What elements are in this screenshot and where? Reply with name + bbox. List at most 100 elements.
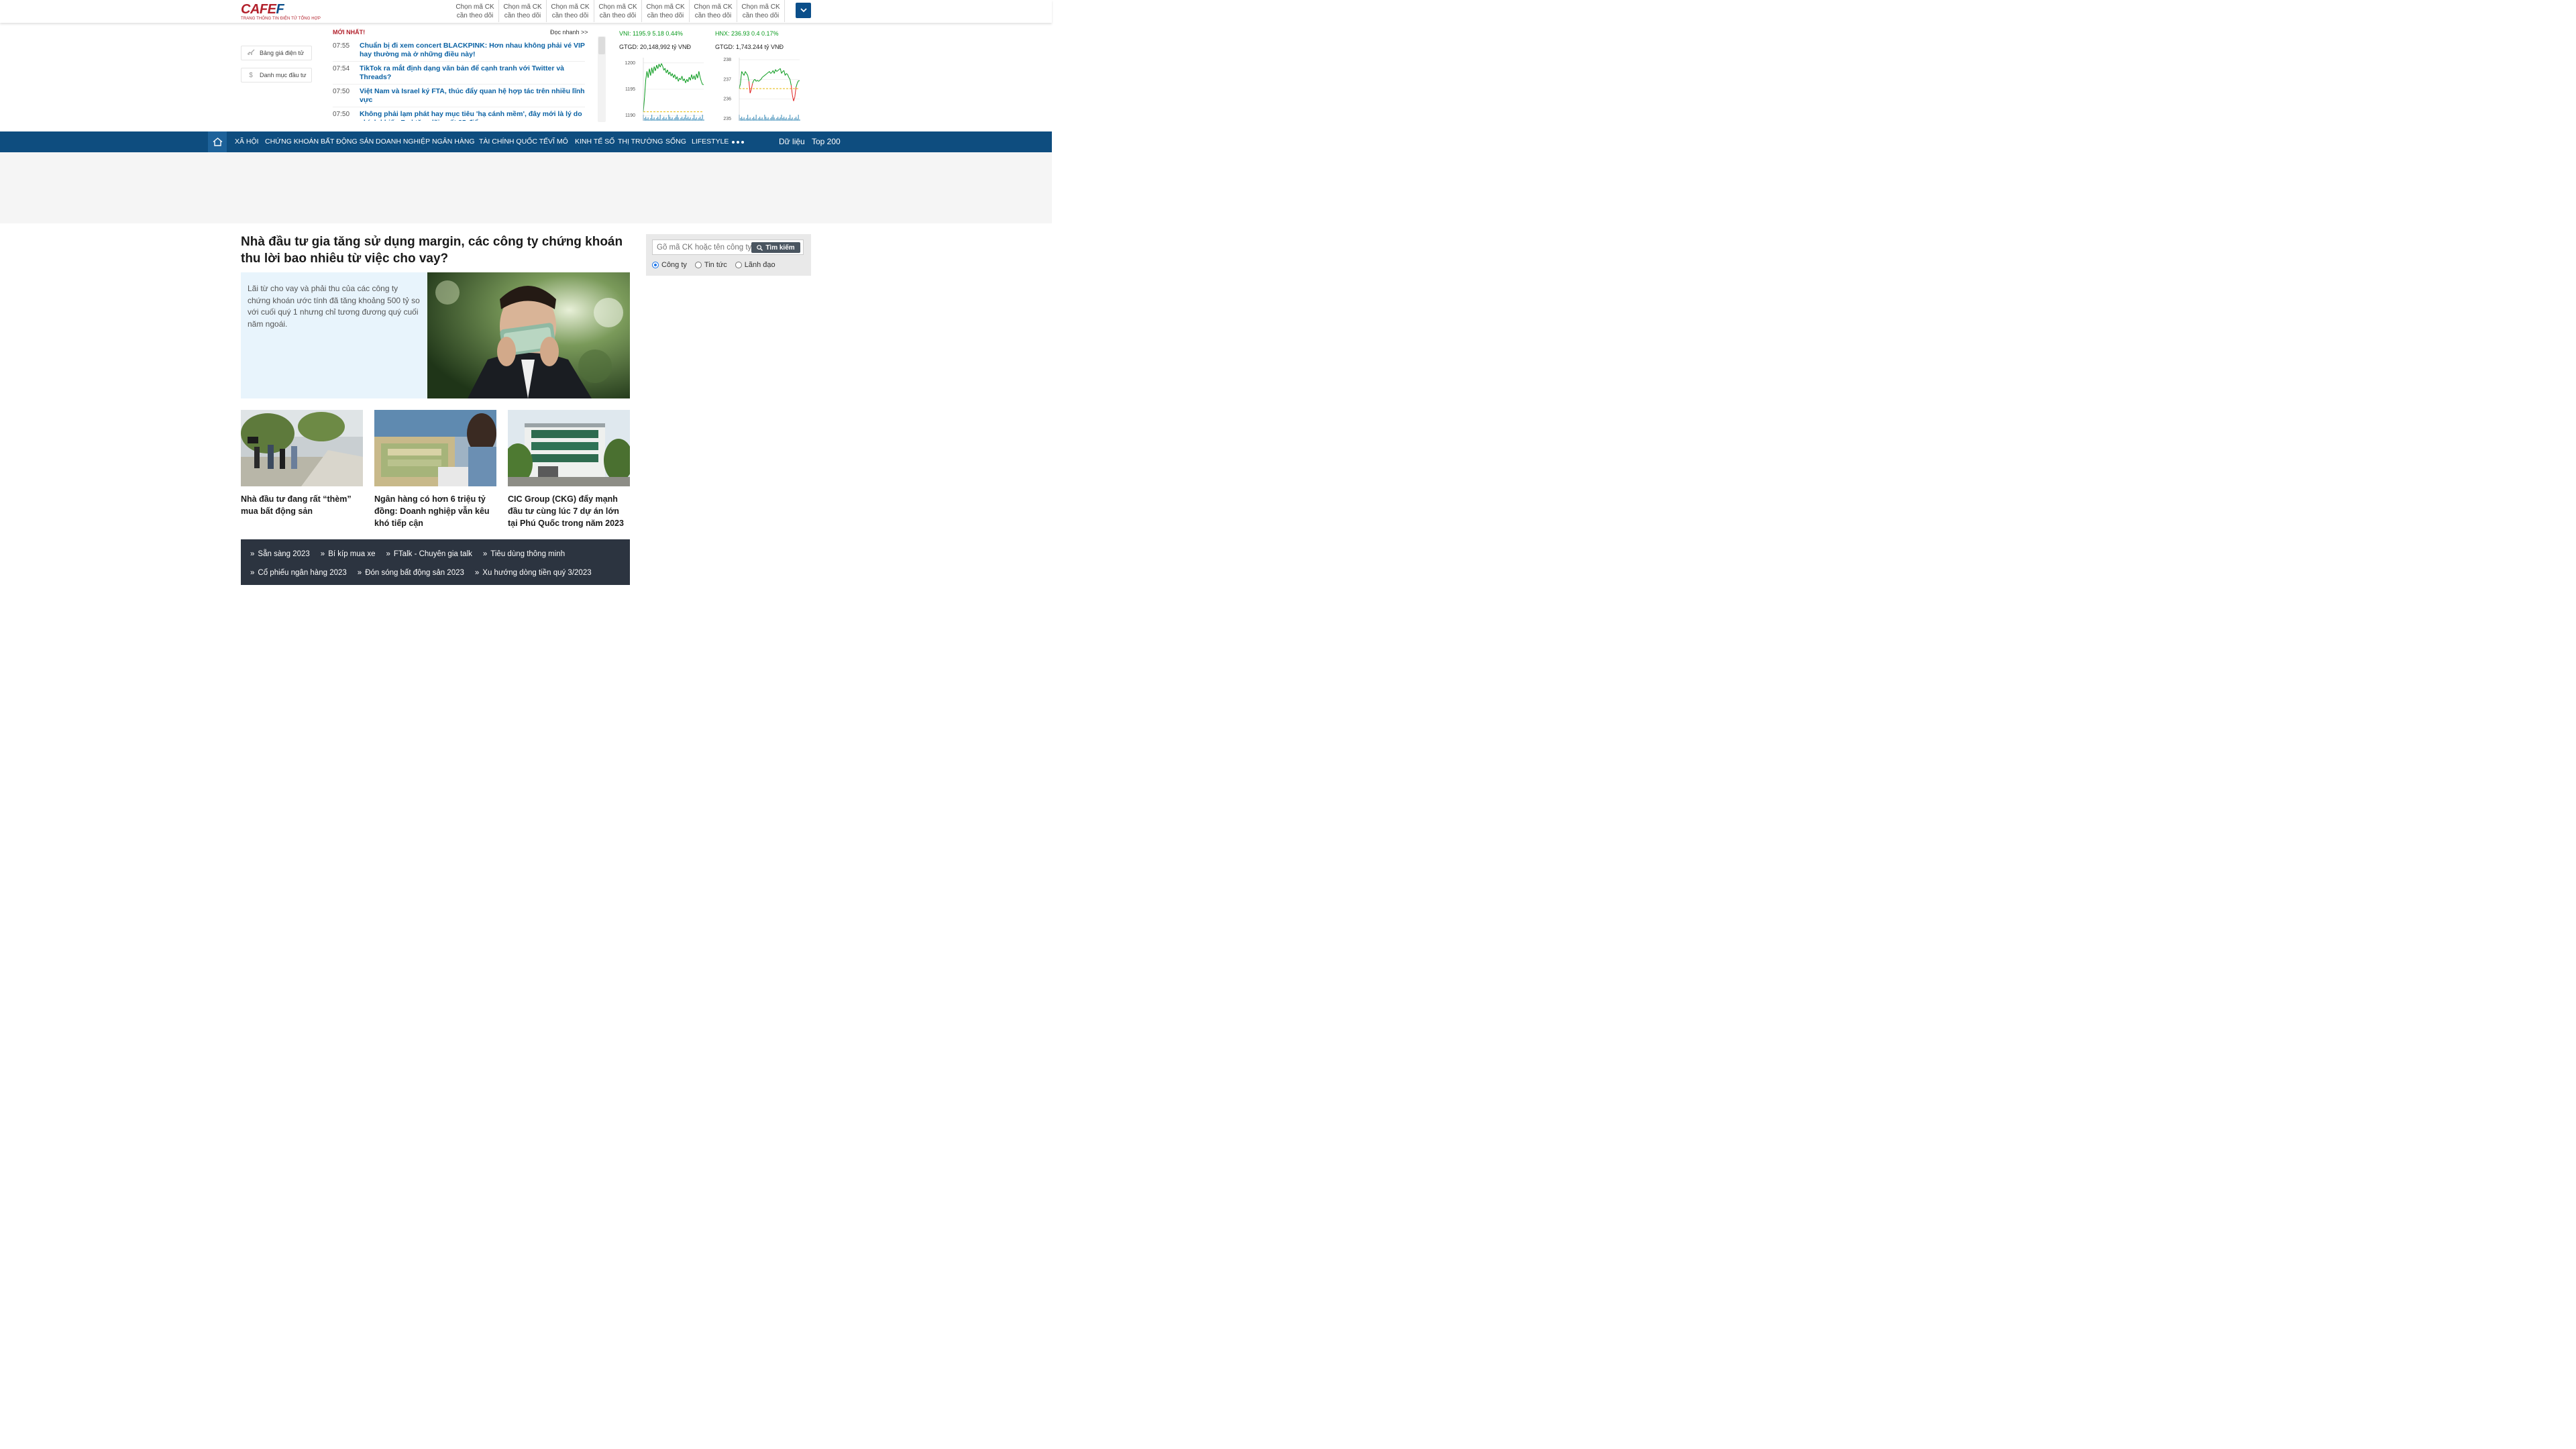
price-line-segment [769,71,771,74]
volume-bar [702,115,703,121]
topic-tag-link[interactable]: Tiêu dùng thông minh [483,550,565,558]
related-article-card[interactable]: Ngân hàng có hơn 6 triệu tỷ đồng: Doanh … [374,410,496,529]
news-item[interactable]: 07:50 Việt Nam và Israel ký FTA, thúc đẩy… [333,85,585,107]
volume-bar [694,119,696,121]
news-item[interactable]: 07:55 Chuẩn bị đi xem concert BLACKPINK: … [333,39,585,62]
nav-item-bat-dong-san[interactable]: BẤT ĐỘNG SẢN [321,131,374,152]
radio-leaders[interactable]: Lãnh đạo [735,261,775,269]
volume-bar [773,117,775,121]
read-fast-link[interactable]: Đọc nhanh >> [550,29,588,36]
watchlist-slot[interactable]: Chọn mã CK cần theo dõi [642,0,690,22]
watchlist-slot[interactable]: Chọn mã CK cần theo dõi [499,0,547,22]
topic-tag-link[interactable]: Đón sóng bất động sản 2023 [358,569,464,577]
price-line-segment [773,69,776,74]
price-line-segment [644,79,647,97]
hnx-chart[interactable]: 238 237 236 235 [715,55,802,125]
topic-tag-link[interactable]: Cổ phiếu ngân hàng 2023 [250,569,346,577]
price-line-segment [784,73,787,76]
nav-item-thi-truong[interactable]: THỊ TRƯỜNG [618,131,663,152]
nav-item-song[interactable]: SỐNG [665,131,686,152]
related-article-title[interactable]: CIC Group (CKG) đẩy mạnh đầu tư cùng lúc… [508,493,630,529]
price-line-segment [684,78,686,83]
nav-item-tai-chinh-quoc-te[interactable]: TÀI CHÍNH QUỐC TẾ [479,131,548,152]
volume-bar [665,117,667,121]
price-line-segment [767,72,769,74]
price-line-segment [747,75,749,82]
related-article-card[interactable]: CIC Group (CKG) đẩy mạnh đầu tư cùng lúc… [508,410,630,529]
price-board-button[interactable]: Bảng giá điện tử [241,46,312,60]
price-line-segment [694,74,697,80]
volume-bar [684,117,685,121]
portfolio-button[interactable]: $ Danh mục đầu tư [241,68,312,83]
news-title-link[interactable]: Việt Nam và Israel ký FTA, thúc đẩy quan… [360,87,585,104]
price-line-segment [740,71,743,84]
nav-item-lifestyle[interactable]: LIFESTYLE [692,131,729,152]
nav-item-vi-mo[interactable]: VĨ MÔ [548,131,568,152]
radio-company[interactable]: Công ty [652,261,687,269]
volume-bar [792,117,793,121]
news-item[interactable]: 07:50 Không phải lạm phát hay mục tiêu 'h… [333,107,585,121]
cafef-logo[interactable]: CAFEF TRANG THÔNG TIN ĐIỆN TỬ TỔNG HỢP [241,3,321,21]
related-article-image[interactable] [508,410,630,486]
featured-headline[interactable]: Nhà đầu tư gia tăng sử dụng margin, các … [241,233,630,267]
related-article-title[interactable]: Ngân hàng có hơn 6 triệu tỷ đồng: Doanh … [374,493,496,529]
watchlist-slot[interactable]: Chọn mã CK cần theo dõi [451,0,499,22]
watchlist-expand-button[interactable] [796,3,811,18]
related-article-image[interactable] [241,410,363,486]
volume-bar [645,117,647,121]
watchlist-slot[interactable]: Chọn mã CK cần theo dõi [594,0,642,22]
price-line-segment [743,71,746,76]
main-nav: XÃ HỘI CHỨNG KHOÁN BẤT ĐỘNG SẢN DOANH NG… [0,131,1052,152]
topic-tag-link[interactable]: Sẵn sàng 2023 [250,550,309,558]
featured-image[interactable] [427,272,630,398]
chevron-down-icon [800,8,807,13]
related-article-title[interactable]: Nhà đầu tư đang rất “thèm” mua bất động … [241,493,363,517]
volume-bar [796,119,798,121]
price-line-segment [691,74,694,80]
chart-icon [247,49,255,57]
related-article-card[interactable]: Nhà đầu tư đang rất “thèm” mua bất động … [241,410,363,517]
price-line-segment [667,69,669,75]
price-line-segment [755,80,758,82]
y-tick-label: 1200 [625,61,635,66]
watchlist-slot[interactable]: Chọn mã CK cần theo dõi [690,0,737,22]
nav-item-chung-khoan[interactable]: CHỨNG KHOÁN [265,131,319,152]
price-line-segment [672,73,674,78]
nav-item-ngan-hang[interactable]: NGÂN HÀNG [432,131,475,152]
vni-header: VNI: 1195.9 5.18 0.44% [619,30,683,37]
news-title-link[interactable]: Chuẩn bị đi xem concert BLACKPINK: Hơn n… [360,42,585,58]
featured-lead: Lãi từ cho vay và phải thu của các công … [241,272,427,398]
more-menu-icon[interactable] [732,141,744,144]
top-bar: CAFEF TRANG THÔNG TIN ĐIỆN TỬ TỔNG HỢP C… [0,0,1052,23]
volume-bar [670,119,672,121]
nav-item-doanh-nghiep[interactable]: DOANH NGHIỆP [376,131,430,152]
news-title-link[interactable]: TikTok ra mắt định dạng văn bản để cạnh … [360,64,585,81]
radio-news[interactable]: Tin tức [694,261,727,269]
watchlist-slot[interactable]: Chọn mã CK cần theo dõi [547,0,594,22]
news-item[interactable]: 07:54 TikTok ra mắt định dạng văn bản để … [333,62,585,85]
home-button[interactable] [208,131,227,152]
price-line-segment [787,74,790,78]
price-line-segment [682,76,684,81]
nav-item-kinh-te-so[interactable]: KINH TẾ SỐ [575,131,614,152]
related-article-image[interactable] [374,410,496,486]
price-line-segment [700,76,702,82]
scrollbar-thumb[interactable] [598,37,605,54]
volume-bar [663,117,665,121]
news-title-link[interactable]: Không phải lạm phát hay mục tiêu 'hạ cán… [360,110,585,121]
nav-top200-link[interactable]: Top 200 [812,131,841,152]
news-scrollbar[interactable] [598,36,606,122]
volume-bar [644,118,645,121]
topic-tag-link[interactable]: FTalk - Chuyên gia talk [386,550,472,558]
price-line-segment [752,80,755,84]
nav-item-xa-hoi[interactable]: XÃ HỘI [235,131,259,152]
news-time: 07:55 [333,42,350,50]
price-line-segment [662,66,665,70]
nav-data-link[interactable]: Dữ liệu [779,131,805,152]
vni-chart[interactable]: 1200 1195 1190 [619,55,706,125]
search-button[interactable]: Tìm kiếm [751,242,800,253]
topic-tag-link[interactable]: Bí kíp mua xe [321,550,375,558]
topic-tag-link[interactable]: Xu hướng dòng tiền quý 3/2023 [475,569,591,577]
watchlist-slot[interactable]: Chọn mã CK cần theo dõi [737,0,785,22]
price-line-segment [650,67,653,76]
